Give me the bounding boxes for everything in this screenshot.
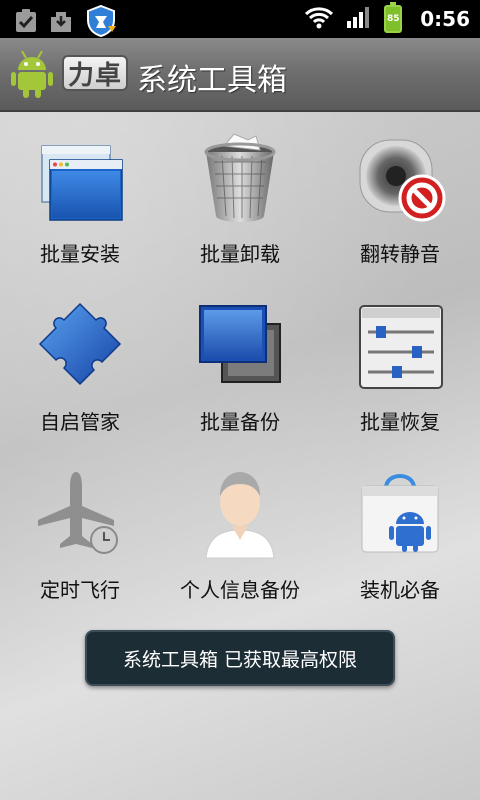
tool-label: 批量卸载: [200, 242, 280, 266]
airplane-clock-icon: [32, 466, 128, 562]
tool-label: 自启管家: [40, 410, 120, 434]
speaker-mute-icon: [352, 130, 448, 226]
battery-icon: 85: [384, 2, 403, 33]
window-backup-icon: [192, 298, 288, 394]
slider-panel-icon: [352, 298, 448, 394]
tool-personal-info-backup[interactable]: 个人信息备份: [160, 448, 320, 608]
tools-grid: 批量安装 批量卸载 翻转静音 自启管家 批量备份 批量恢复 定时飞行 个人信息备…: [0, 112, 480, 800]
brand-logo: 力卓: [62, 55, 128, 91]
wifi-icon: [304, 5, 334, 33]
tool-flip-mute[interactable]: 翻转静音: [320, 112, 480, 272]
tool-batch-uninstall[interactable]: 批量卸载: [160, 112, 320, 272]
tool-essential-apps[interactable]: 装机必备: [320, 448, 480, 608]
task-check-icon: [14, 8, 38, 38]
tool-batch-restore[interactable]: 批量恢复: [320, 280, 480, 440]
tool-label: 批量恢复: [360, 410, 440, 434]
tool-label: 批量备份: [200, 410, 280, 434]
status-time: 0:56: [420, 7, 470, 31]
tool-batch-backup[interactable]: 批量备份: [160, 280, 320, 440]
status-bar: 85 0:56: [0, 0, 480, 38]
android-robot-icon[interactable]: [10, 48, 54, 104]
tool-label: 个人信息备份: [180, 578, 300, 602]
windows-stack-icon: [32, 130, 128, 226]
toast-message: 系统工具箱 已获取最高权限: [122, 648, 358, 671]
download-icon: [48, 8, 74, 38]
tool-label: 装机必备: [360, 578, 440, 602]
page-title: 系统工具箱: [137, 63, 287, 98]
tool-scheduled-flight[interactable]: 定时飞行: [0, 448, 160, 608]
app-header: 力卓 系统工具箱: [0, 38, 480, 112]
trash-bin-icon: [192, 130, 288, 226]
signal-icon: [346, 5, 372, 33]
puzzle-piece-icon: [32, 298, 128, 394]
shield-security-icon: [84, 4, 118, 42]
tool-label: 翻转静音: [360, 242, 440, 266]
tool-autostart-manager[interactable]: 自启管家: [0, 280, 160, 440]
market-bag-icon: [352, 466, 448, 562]
tool-label: 定时飞行: [40, 578, 120, 602]
tool-batch-install[interactable]: 批量安装: [0, 112, 160, 272]
tool-label: 批量安装: [40, 242, 120, 266]
person-icon: [192, 466, 288, 562]
battery-level: 85: [386, 14, 400, 24]
permission-toast: 系统工具箱 已获取最高权限: [85, 630, 395, 686]
